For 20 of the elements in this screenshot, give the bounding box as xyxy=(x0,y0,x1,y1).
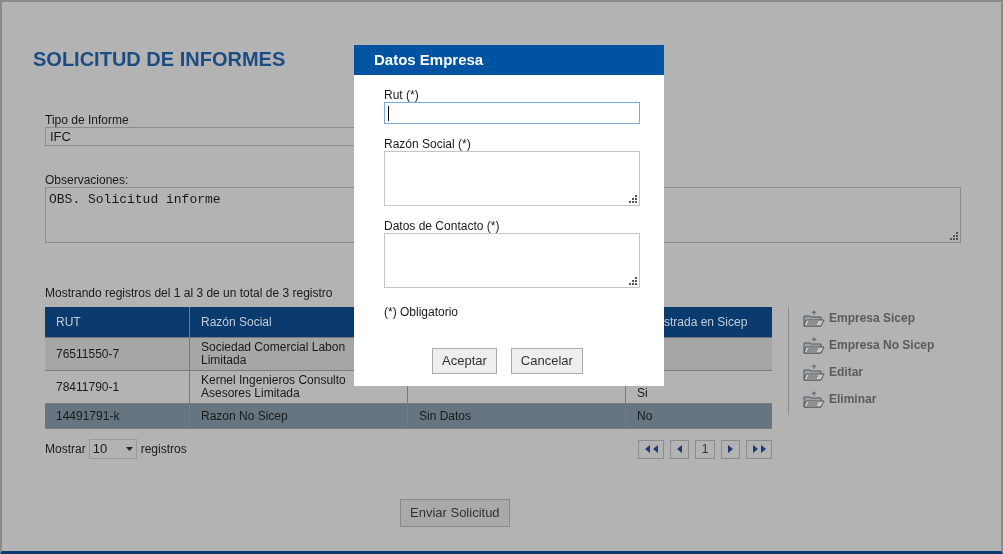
table-cell-text: Sin Datos xyxy=(419,408,472,425)
records-info: Mostrando registros del 1 al 3 de un total de 3 registro xyxy=(45,286,333,300)
table-cell-text: 78411790-1 xyxy=(56,379,120,396)
table-cell-text: No xyxy=(637,408,653,425)
dialog-title: Datos Empresa xyxy=(354,45,664,75)
table-cell: Razon No Sicep xyxy=(201,409,288,423)
field-label: Rut (*) xyxy=(384,89,419,102)
table-cell-text: 14491791-k xyxy=(56,408,120,425)
field-label: Datos de Contacto (*) xyxy=(384,220,500,233)
table-cell-text: 76511550-7 xyxy=(56,346,120,363)
field-label: Tipo de Informe xyxy=(45,113,129,127)
show-label: Mostrar xyxy=(45,441,86,458)
table-cell-text: Si xyxy=(637,385,648,402)
show-suffix: registros xyxy=(140,441,187,458)
column-header: strada en Sicep xyxy=(663,314,749,331)
table-cell: Sociedad Comercial Labon Limitada xyxy=(201,341,346,367)
table-cell: Kernel Ingenieros Consulto Asesores Limitada xyxy=(201,374,346,400)
field-label: Observaciones: xyxy=(45,173,129,187)
column-header: RUT xyxy=(45,307,190,337)
page-title: SOLICITUD DE INFORMES xyxy=(33,47,286,72)
